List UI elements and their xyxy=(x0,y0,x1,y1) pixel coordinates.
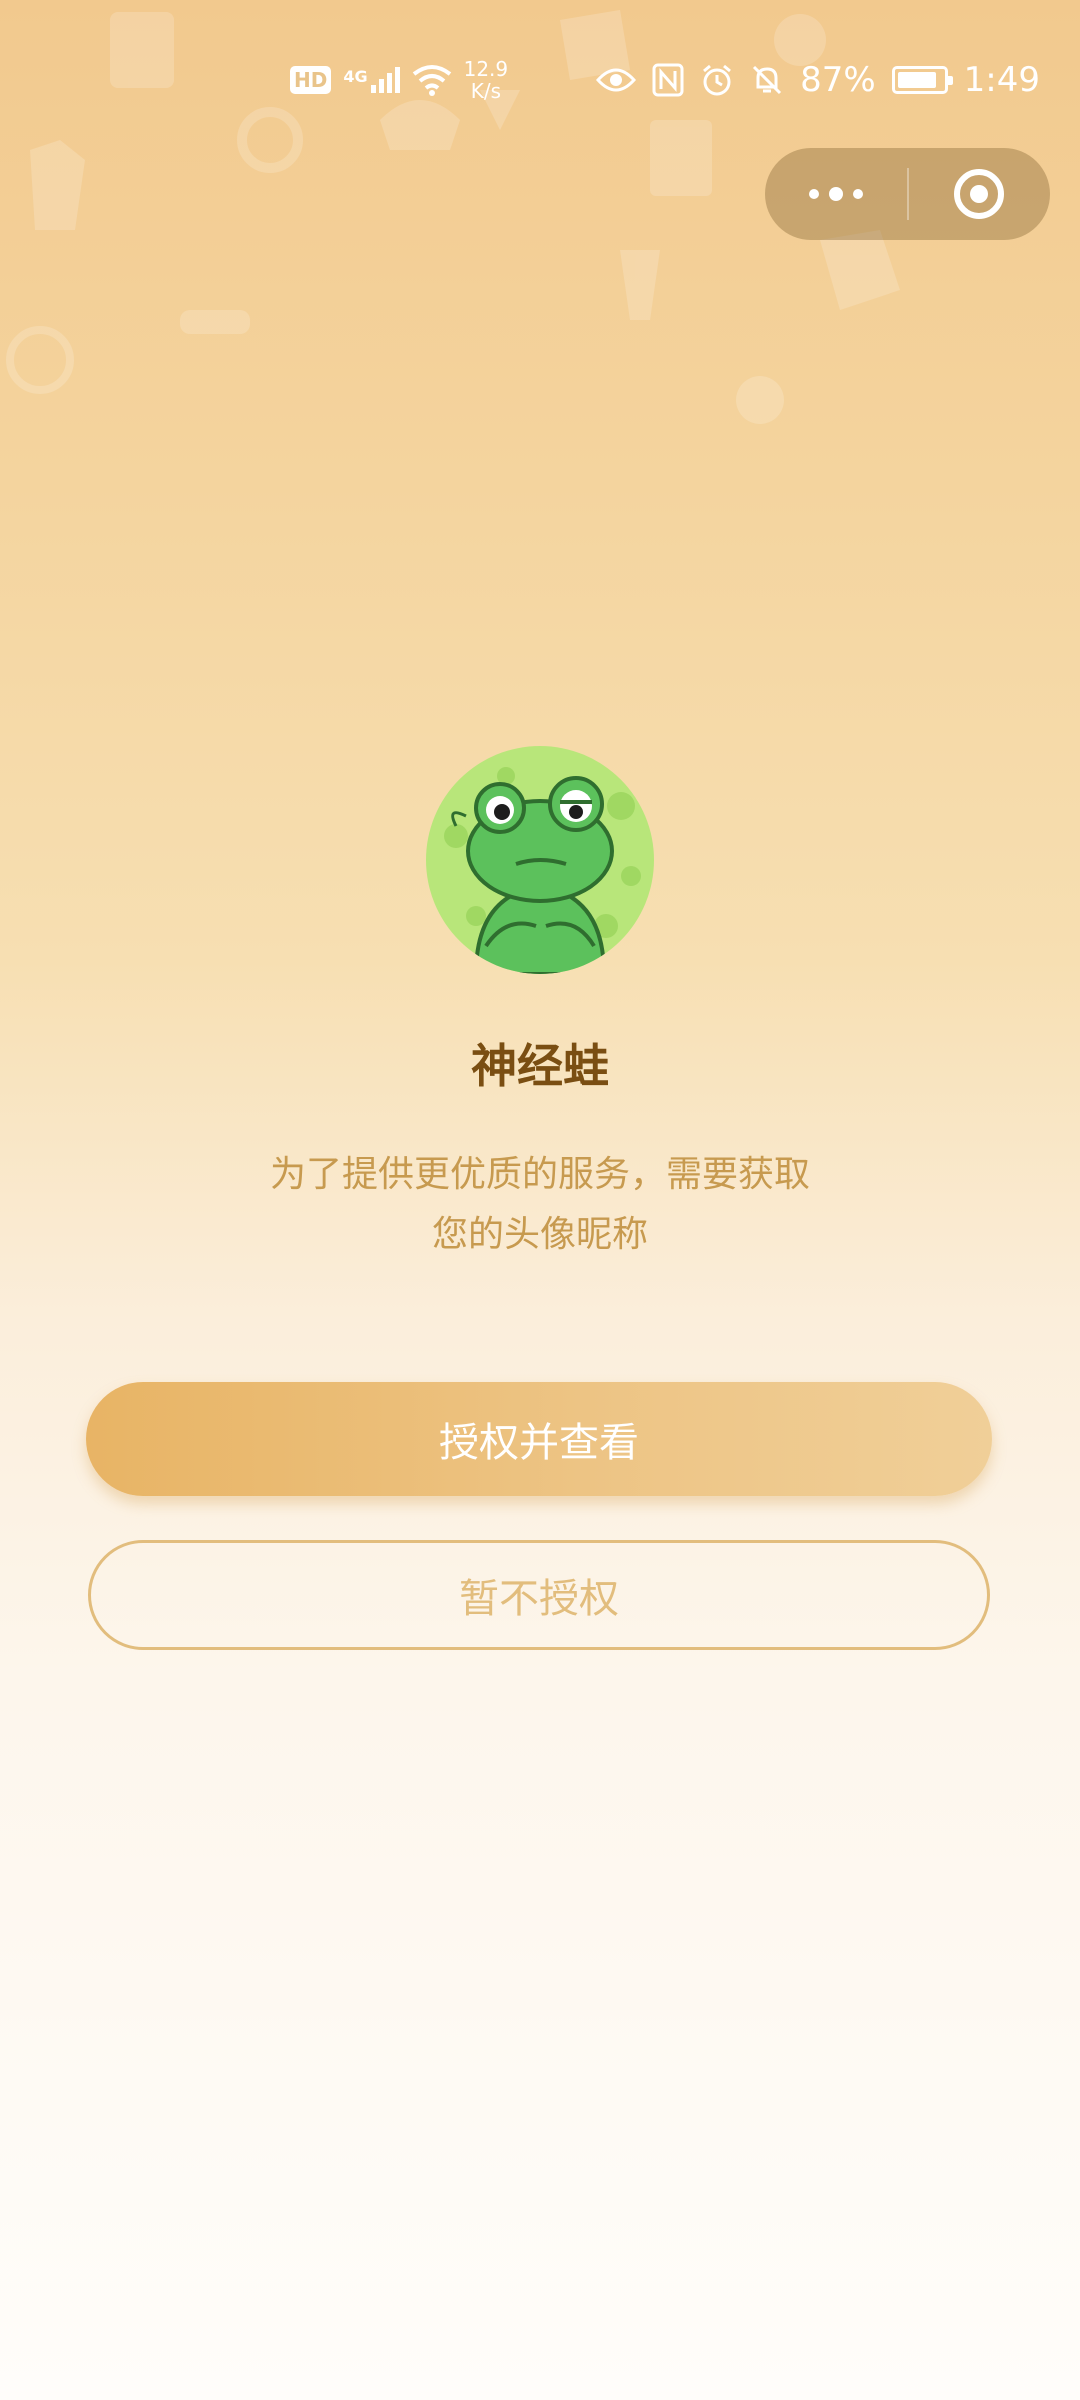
speed-unit: K/s xyxy=(470,79,502,103)
profile-name: 神经蛙 xyxy=(471,1039,609,1093)
battery-icon xyxy=(891,66,953,94)
mini-program-capsule xyxy=(765,148,1050,240)
permission-description: 为了提供更优质的服务，需要获取您的头像昵称 xyxy=(269,1154,810,1255)
status-bar: HD 4G 12.9 K/s 87% 1:49 xyxy=(0,48,1080,112)
status-left: HD 4G 12.9 K/s xyxy=(290,48,508,112)
status-right: 87% 1:49 xyxy=(596,48,1040,112)
speed-value: 12.9 xyxy=(463,57,509,81)
eye-icon xyxy=(596,68,637,92)
cell-signal-icon: 4G xyxy=(343,67,400,93)
target-icon xyxy=(954,169,1005,219)
frog-avatar-image xyxy=(426,746,654,974)
more-button[interactable] xyxy=(765,148,907,240)
network-type: 4G xyxy=(343,67,368,86)
authorize-button[interactable]: 授权并查看 xyxy=(86,1382,992,1496)
network-speed: 12.9 K/s xyxy=(464,58,509,102)
avatar xyxy=(426,746,654,974)
alarm-icon xyxy=(703,64,732,96)
hd-icon: HD xyxy=(290,66,332,94)
close-button[interactable] xyxy=(909,148,1051,240)
battery-percent: 87% xyxy=(800,60,876,100)
more-dots-icon xyxy=(808,187,863,201)
mute-bell-icon xyxy=(753,65,782,95)
battery-level xyxy=(897,72,936,88)
wifi-icon xyxy=(412,65,451,96)
clock: 1:49 xyxy=(963,60,1040,100)
nfc-icon xyxy=(652,63,684,97)
decline-button[interactable]: 暂不授权 xyxy=(88,1540,990,1650)
